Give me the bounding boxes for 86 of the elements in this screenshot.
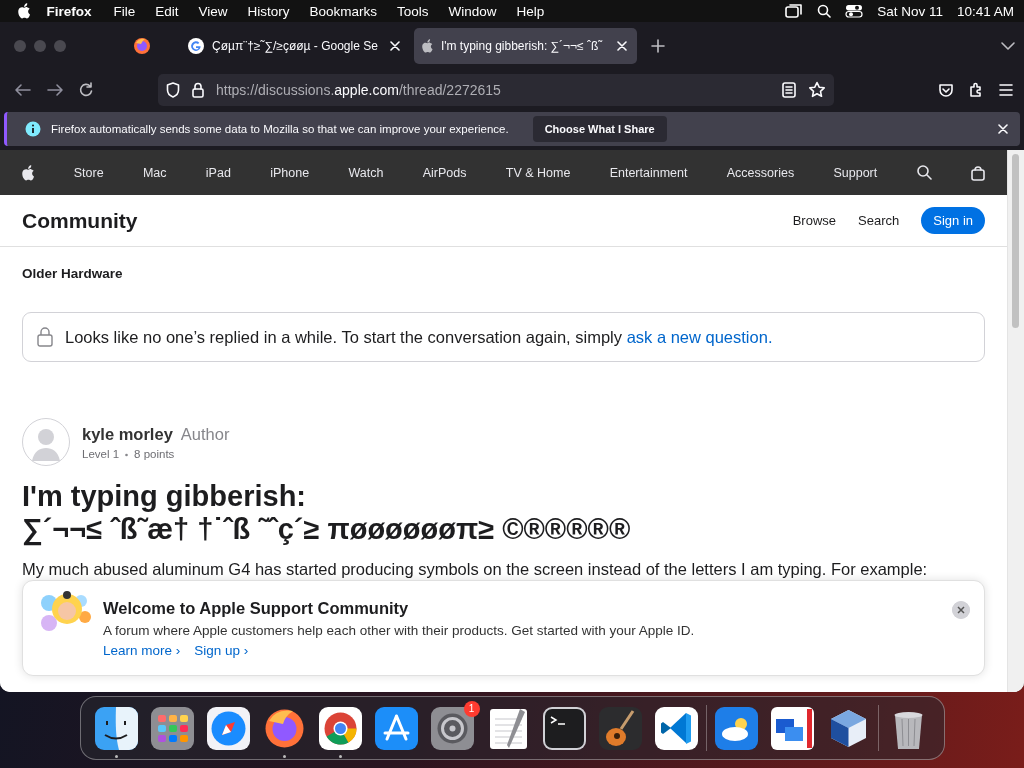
menubar-time[interactable]: 10:41 AM bbox=[956, 3, 1014, 19]
menu-item[interactable]: Bookmarks bbox=[299, 3, 388, 19]
google-logo bbox=[188, 38, 204, 54]
notice-text: Looks like no one’s replied in a while. To start the conversation again, simply ask a new question. bbox=[65, 327, 773, 347]
compass-icon[interactable] bbox=[206, 706, 250, 750]
author-level: Level 1 bbox=[82, 447, 120, 460]
nav-link[interactable]: iPhone bbox=[270, 165, 310, 180]
menu-icon[interactable] bbox=[998, 83, 1014, 97]
new-tab-icon[interactable] bbox=[650, 39, 665, 53]
info-icon bbox=[25, 121, 41, 137]
close-icon[interactable] bbox=[388, 41, 402, 51]
app-store-icon[interactable] bbox=[374, 706, 418, 750]
firefox-logo bbox=[133, 37, 151, 55]
apple-logo[interactable] bbox=[22, 164, 35, 181]
nav-link[interactable]: Mac bbox=[142, 165, 167, 180]
menu-item[interactable]: Edit bbox=[145, 3, 189, 19]
scroll-thumb[interactable] bbox=[1012, 154, 1019, 328]
notification-text: Firefox automatically sends some data to Mozilla so that we can improve your experience. bbox=[51, 123, 509, 135]
search-icon[interactable] bbox=[817, 4, 832, 18]
menu-item[interactable]: Window bbox=[438, 3, 507, 19]
search-icon[interactable] bbox=[916, 165, 932, 180]
notification-badge: 1 bbox=[463, 700, 480, 717]
star-icon[interactable] bbox=[808, 81, 826, 99]
menu-item[interactable]: View bbox=[188, 3, 238, 19]
sign-in-button[interactable]: Sign in bbox=[921, 207, 985, 234]
shield-icon[interactable] bbox=[166, 82, 180, 98]
back-icon[interactable] bbox=[14, 82, 32, 98]
welcome-link[interactable]: Sign up › bbox=[194, 643, 249, 658]
post-title: I'm typing gibberish: bbox=[22, 480, 307, 513]
nav-link[interactable]: AirPods bbox=[422, 165, 467, 180]
lock-icon[interactable] bbox=[192, 82, 204, 98]
nav-link[interactable]: TV & Home bbox=[505, 165, 571, 180]
control-center-icon[interactable] bbox=[845, 4, 864, 18]
close-icon[interactable] bbox=[952, 601, 970, 619]
breadcrumb[interactable]: Older Hardware bbox=[0, 247, 1007, 281]
nav-link[interactable]: iPad bbox=[205, 165, 231, 180]
nav-link[interactable]: Accessories bbox=[726, 165, 795, 180]
author-points: 8 points bbox=[134, 447, 175, 460]
app-menu[interactable]: Firefox bbox=[30, 3, 104, 19]
menu-item[interactable]: Help bbox=[506, 3, 555, 19]
reload-icon[interactable] bbox=[78, 82, 94, 98]
browser-tab[interactable]: Çøµπ¨†≥˜∑/≥çøøµ - Google Se bbox=[180, 28, 410, 64]
gear-icon[interactable] bbox=[430, 706, 474, 750]
menu-item[interactable]: History bbox=[237, 3, 300, 19]
scrollbar[interactable] bbox=[1007, 150, 1024, 692]
welcome-title: Welcome to Apple Support Community bbox=[103, 599, 410, 618]
welcome-text: A forum where Apple customers help each other with their products. Get started with your Apple ID. bbox=[103, 623, 695, 638]
close-icon[interactable] bbox=[614, 41, 629, 51]
menubar-date[interactable]: Sat Nov 11 bbox=[877, 3, 943, 19]
question-link[interactable]: ask a new question. bbox=[626, 327, 773, 346]
weather-icon[interactable] bbox=[714, 706, 758, 750]
guitar-icon[interactable] bbox=[598, 706, 642, 750]
code-editor-icon[interactable] bbox=[654, 706, 698, 750]
author-role: Author bbox=[180, 424, 230, 444]
chrome-icon[interactable] bbox=[318, 706, 362, 750]
url-text[interactable]: https://discussions.apple.com/thread/2272615 bbox=[216, 82, 770, 98]
puzzle-icon[interactable] bbox=[968, 82, 984, 98]
forward-icon[interactable] bbox=[46, 82, 64, 98]
terminal-icon[interactable] bbox=[542, 706, 586, 750]
nav-link[interactable]: Store bbox=[73, 165, 104, 180]
browser-tab[interactable]: I'm typing gibberish: ∑´¬¬≤ ˆß˜ bbox=[414, 28, 637, 64]
address-bar[interactable]: https://discussions.apple.com/thread/2272615 bbox=[158, 74, 834, 106]
launchpad-icon[interactable] bbox=[150, 706, 194, 750]
header-link[interactable]: Browse bbox=[792, 213, 837, 228]
menu-item[interactable]: File bbox=[103, 3, 146, 19]
pocket-icon[interactable] bbox=[938, 82, 954, 98]
menu-item[interactable]: Tools bbox=[387, 3, 439, 19]
bag-icon[interactable] bbox=[970, 164, 985, 181]
nav-link[interactable]: Support bbox=[833, 165, 878, 180]
author-name[interactable]: kyle morley bbox=[82, 424, 173, 444]
windows-icon[interactable] bbox=[785, 4, 804, 18]
close-icon[interactable] bbox=[998, 124, 1008, 134]
reader-view-icon[interactable] bbox=[782, 82, 796, 98]
finder-icon[interactable] bbox=[94, 706, 138, 750]
lock-icon bbox=[37, 327, 53, 347]
chevron-icon[interactable] bbox=[1000, 41, 1016, 51]
community-title: Community bbox=[22, 208, 139, 233]
welcome-link[interactable]: Learn more › bbox=[103, 643, 181, 658]
header-link[interactable]: Search bbox=[858, 213, 900, 228]
choose-button[interactable]: Choose What I Share bbox=[532, 116, 667, 142]
nav-link[interactable]: Watch bbox=[348, 165, 384, 180]
windows-icon[interactable] bbox=[770, 706, 814, 750]
post-body: My much abused aluminum G4 has started producing symbols on the screen instead of the letters I am typing. For example: bbox=[21, 559, 929, 579]
nav-link[interactable]: Entertainment bbox=[609, 165, 688, 180]
post-title: ∑´¬¬≤ ˆß˜æ† †˙ˆß ˜ˆç´≥ πøøøøøøπ≥ ©®®®®® bbox=[22, 513, 632, 546]
apple-logo[interactable] bbox=[18, 3, 31, 19]
